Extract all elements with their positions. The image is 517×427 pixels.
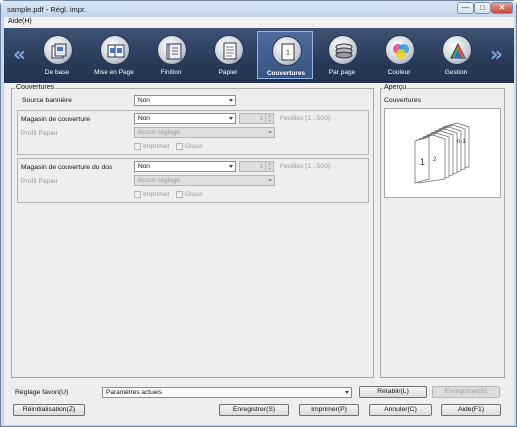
tab-paper[interactable]: Papier xyxy=(200,31,256,79)
save-favorite-button[interactable]: Enregistrer(B) xyxy=(432,386,500,398)
scroll-left-icon[interactable]: « xyxy=(13,42,26,66)
reset-button[interactable]: Réinitialisation(Z) xyxy=(13,404,85,416)
scroll-right-icon[interactable]: » xyxy=(490,42,503,66)
back-tray-value: Non xyxy=(138,163,150,170)
restore-button[interactable]: Rétablir(L) xyxy=(359,386,427,398)
tab-label: Papier xyxy=(218,69,238,76)
preview-image: 1 2 n-1 xyxy=(384,108,501,198)
menu-help[interactable]: Aide(H) xyxy=(8,18,32,25)
preview-group-title: Aperçu xyxy=(383,84,408,91)
favorite-value: Paramètres actuels xyxy=(106,389,162,396)
front-profile-label: Profil Papier xyxy=(21,130,59,137)
chevron-down-icon xyxy=(268,131,272,134)
front-sheet-count-value: 1 xyxy=(259,115,263,122)
tab-label: Couvertures xyxy=(266,70,306,77)
help-button[interactable]: Aide(F1) xyxy=(441,404,501,416)
back-sheet-count[interactable]: 1 ▲ ▼ xyxy=(239,161,274,172)
svg-text:1: 1 xyxy=(286,50,290,57)
tab-label: Finition xyxy=(160,69,182,76)
favorite-select[interactable]: Paramètres actuels xyxy=(102,387,352,398)
front-profile-select[interactable]: Aucun réglage xyxy=(134,127,275,138)
back-print-label: Imprimer xyxy=(143,191,170,198)
color-icon xyxy=(385,35,415,65)
menu-bar: Aide(H) xyxy=(4,17,514,28)
tab-color[interactable]: Couleur xyxy=(371,31,427,79)
cover-icon: 1 xyxy=(272,36,302,66)
tab-label: Couleur xyxy=(387,69,411,76)
tab-management[interactable]: Gestion xyxy=(428,31,484,79)
chevron-down-icon xyxy=(268,179,272,182)
banner-source-label: Source bannière xyxy=(22,97,72,104)
preview-page-back: n-1 xyxy=(457,139,466,145)
category-toolbar: « » De base Mise en Page Finition Papier xyxy=(4,28,514,83)
front-print-label: Imprimer xyxy=(143,143,170,150)
spinner-arrows-icon: ▲ ▼ xyxy=(265,113,273,123)
per-page-icon xyxy=(328,35,358,65)
back-sheet-count-value: 1 xyxy=(259,163,263,170)
tab-label: De base xyxy=(44,69,70,76)
preview-caption: Couvertures xyxy=(384,97,422,104)
back-sheets-range-label: Feuilles [1...500] xyxy=(280,163,330,170)
favorite-label: Réglage favori(U) xyxy=(15,389,69,396)
back-profile-select[interactable]: Aucun réglage xyxy=(134,175,275,186)
chevron-down-icon xyxy=(345,391,349,394)
layout-icon xyxy=(100,35,130,65)
save-button[interactable]: Enregistrer(S) xyxy=(219,404,289,416)
spinner-arrows-icon: ▲ ▼ xyxy=(265,161,273,171)
tab-label: Par page xyxy=(328,69,356,76)
finishing-icon xyxy=(157,35,187,65)
paper-icon xyxy=(214,35,244,65)
front-tray-value: Non xyxy=(138,115,150,122)
tab-covers[interactable]: 1 Couvertures xyxy=(257,31,313,79)
minimize-button[interactable]: — xyxy=(457,2,474,14)
basic-icon xyxy=(43,35,73,65)
front-print-checkbox[interactable] xyxy=(134,143,141,150)
tab-basic[interactable]: De base xyxy=(29,31,85,79)
front-profile-value: Aucun réglage xyxy=(138,129,180,136)
tab-label: Mise en Page xyxy=(94,69,134,76)
cancel-button[interactable]: Annuler(C) xyxy=(369,404,432,416)
print-settings-window: sample.pdf - Régl. impr. — □ ✕ Aide(H) «… xyxy=(0,0,517,427)
tab-per-page[interactable]: Par page xyxy=(314,31,370,79)
back-profile-value: Aucun réglage xyxy=(138,177,180,184)
preview-page-front: 1 xyxy=(420,157,425,167)
front-tray-label: Magasin de couverture xyxy=(21,116,91,123)
front-sheet-count[interactable]: 1 ▲ ▼ xyxy=(239,113,274,124)
covers-preview-icon: 1 2 n-1 xyxy=(414,122,470,184)
back-glossy-label: Glacé xyxy=(185,191,203,198)
back-print-checkbox[interactable] xyxy=(134,191,141,198)
tab-label: Gestion xyxy=(444,69,468,76)
close-button[interactable]: ✕ xyxy=(491,2,513,14)
back-tray-label: Magasin de couverture du dos xyxy=(21,164,113,171)
window-title: sample.pdf - Régl. impr. xyxy=(7,5,87,14)
management-icon xyxy=(442,35,472,65)
tab-layout[interactable]: Mise en Page xyxy=(86,31,142,79)
front-glossy-checkbox[interactable] xyxy=(176,143,183,150)
covers-group-title: Couvertures xyxy=(15,84,56,91)
maximize-button[interactable]: □ xyxy=(474,2,491,14)
title-bar[interactable]: sample.pdf - Régl. impr. — □ ✕ xyxy=(1,1,516,17)
chevron-down-icon xyxy=(229,165,233,168)
back-profile-label: Profil Papier xyxy=(21,178,59,185)
back-tray-select[interactable]: Non xyxy=(134,161,236,172)
back-glossy-checkbox[interactable] xyxy=(176,191,183,198)
banner-source-value: Non xyxy=(138,97,150,104)
front-tray-select[interactable]: Non xyxy=(134,113,236,124)
front-glossy-label: Glacé xyxy=(185,143,203,150)
tab-finishing[interactable]: Finition xyxy=(143,31,199,79)
banner-source-select[interactable]: Non xyxy=(134,95,236,106)
print-button[interactable]: Imprimer(P) xyxy=(299,404,359,416)
chevron-down-icon xyxy=(229,117,233,120)
chevron-down-icon xyxy=(229,99,233,102)
front-sheets-range-label: Feuilles [1...500] xyxy=(280,115,330,122)
